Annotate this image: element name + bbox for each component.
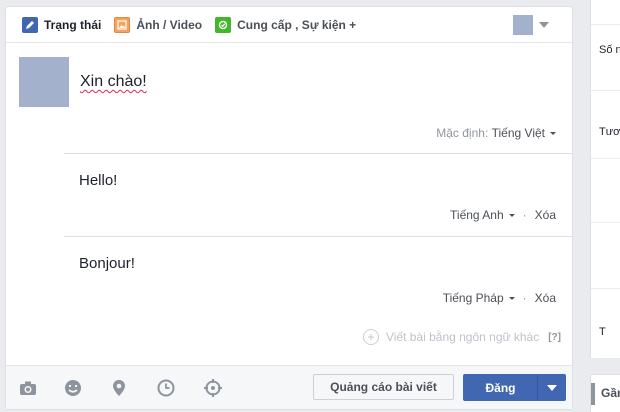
tab-photo-video[interactable]: Ảnh / Video — [114, 16, 203, 33]
tab-offer-event-label: Cung cấp , Sự kiện + — [237, 17, 357, 32]
divider — [64, 153, 572, 154]
section-bar — [591, 383, 595, 405]
post-button[interactable]: Đăng — [463, 374, 566, 401]
add-language-link[interactable]: Viết bài bằng ngôn ngữ khác — [386, 330, 539, 344]
divider — [64, 236, 572, 237]
right-panel-item: Tương tác — [599, 126, 620, 138]
caret-down-icon — [508, 213, 515, 217]
divider — [591, 90, 620, 91]
right-panel: Số người Tương tác T — [590, 0, 620, 358]
audience-selector[interactable] — [513, 15, 549, 35]
photo-icon — [114, 16, 131, 33]
right-panel-item: Số người — [599, 44, 620, 56]
tab-status[interactable]: Trạng thái — [22, 16, 102, 33]
delete-translation-link[interactable]: Xóa — [535, 291, 556, 305]
translation-language-selector[interactable]: Tiếng Anh — [450, 208, 515, 222]
right-panel-item: T — [599, 326, 606, 338]
boost-post-button[interactable]: Quảng cáo bài viết — [313, 374, 454, 400]
separator-dot: · — [522, 208, 527, 222]
camera-icon[interactable] — [18, 378, 38, 398]
divider — [591, 24, 620, 25]
composer-footer: Quảng cáo bài viết Đăng — [6, 365, 572, 409]
target-icon[interactable] — [203, 378, 223, 398]
caret-down-icon — [508, 296, 515, 300]
translation-text-input[interactable]: Bonjour! — [79, 255, 135, 272]
right-section-title: Gần đây — [601, 386, 620, 400]
translation-language-row: Tiếng Pháp · Xóa — [443, 291, 556, 305]
clock-icon[interactable] — [156, 378, 176, 398]
help-link[interactable]: [?] — [548, 332, 561, 343]
delete-translation-link[interactable]: Xóa — [535, 208, 556, 222]
default-language-row: Mặc định: Tiếng Việt — [436, 126, 556, 140]
page-avatar — [513, 15, 533, 35]
translation-language-value: Tiếng Anh — [450, 208, 504, 222]
post-text-input[interactable]: Xin chào! — [80, 73, 147, 91]
post-options-dropdown[interactable] — [537, 375, 565, 400]
post-button-label: Đăng — [485, 380, 516, 395]
divider — [591, 222, 620, 223]
pencil-icon — [22, 16, 38, 33]
post-composer: Trạng thái Ảnh / Video Cung cấp , Sự kiệ… — [5, 6, 573, 410]
tab-photo-video-label: Ảnh / Video — [136, 17, 203, 32]
caret-down-icon — [550, 131, 556, 135]
emoji-icon[interactable] — [63, 378, 83, 398]
chevron-down-icon — [539, 22, 549, 28]
plus-circle-icon[interactable]: + — [362, 329, 379, 345]
chevron-down-icon — [546, 384, 557, 391]
default-language-selector[interactable]: Tiếng Việt — [492, 126, 556, 140]
divider — [591, 158, 620, 159]
location-icon[interactable] — [109, 378, 129, 398]
default-language-label: Mặc định: — [436, 126, 489, 140]
tab-offer-event[interactable]: Cung cấp , Sự kiện + — [215, 16, 357, 33]
separator-dot: · — [522, 291, 527, 305]
avatar — [19, 57, 69, 107]
offer-icon — [215, 16, 232, 33]
translation-language-row: Tiếng Anh · Xóa — [450, 208, 556, 222]
translation-language-value: Tiếng Pháp — [442, 291, 504, 305]
composer-tabs: Trạng thái Ảnh / Video Cung cấp , Sự kiệ… — [6, 7, 572, 43]
translation-text-input[interactable]: Hello! — [79, 172, 117, 189]
translation-language-selector[interactable]: Tiếng Pháp — [443, 291, 515, 305]
add-language-row: + Viết bài bằng ngôn ngữ khác [?] — [362, 329, 561, 345]
default-language-value: Tiếng Việt — [491, 126, 545, 140]
tab-status-label: Trạng thái — [44, 17, 102, 32]
divider — [591, 288, 620, 289]
right-section-header: Gần đây — [590, 374, 620, 412]
